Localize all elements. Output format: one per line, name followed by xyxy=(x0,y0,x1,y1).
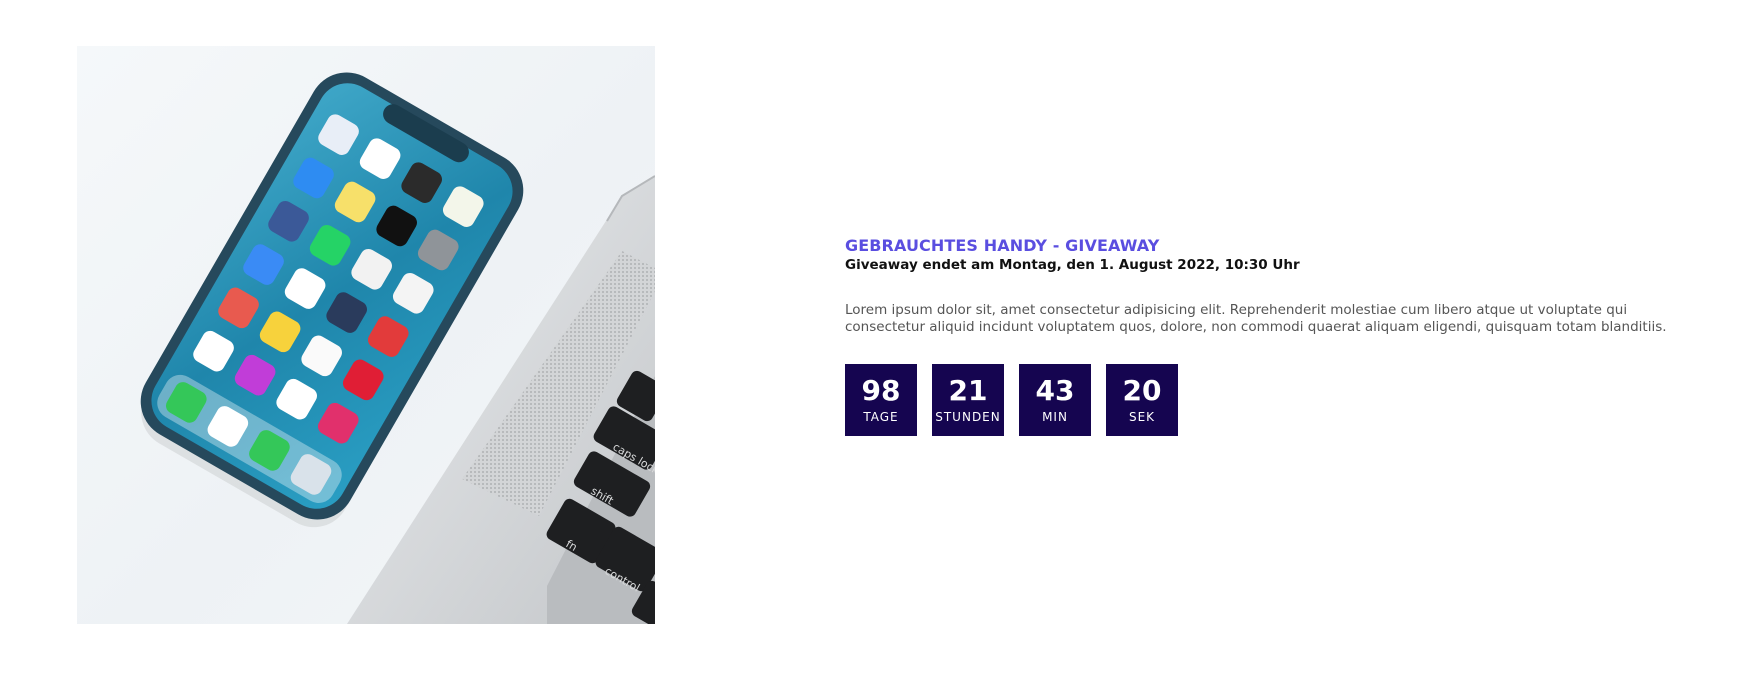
giveaway-end-date: Giveaway endet am Montag, den 1. August … xyxy=(845,257,1300,273)
hero-image: fn control shift caps lock xyxy=(77,46,655,624)
countdown-hours-value: 21 xyxy=(948,374,988,407)
countdown-minutes-label: MIN xyxy=(1042,410,1068,424)
countdown-seconds-label: SEK xyxy=(1128,410,1156,424)
countdown-seconds: 20 SEK xyxy=(1106,364,1178,436)
countdown-timer: 98 TAGE 21 STUNDEN 43 MIN 20 SEK xyxy=(845,364,1715,436)
giveaway-title: GEBRAUCHTES HANDY - GIVEAWAY xyxy=(845,236,1160,255)
giveaway-description: Lorem ipsum dolor sit, amet consectetur … xyxy=(845,302,1667,335)
countdown-days: 98 TAGE xyxy=(845,364,917,436)
countdown-minutes: 43 MIN xyxy=(1019,364,1091,436)
countdown-hours: 21 STUNDEN xyxy=(932,364,1004,436)
countdown-minutes-value: 43 xyxy=(1035,374,1075,407)
countdown-days-value: 98 xyxy=(861,374,901,407)
giveaway-info: GEBRAUCHTES HANDY - GIVEAWAY Giveaway en… xyxy=(845,236,1715,436)
countdown-days-label: TAGE xyxy=(863,410,899,424)
countdown-seconds-value: 20 xyxy=(1122,374,1162,407)
countdown-hours-label: STUNDEN xyxy=(935,410,1001,424)
giveaway-section: fn control shift caps lock GEBRAUCHTES H… xyxy=(0,0,1741,673)
